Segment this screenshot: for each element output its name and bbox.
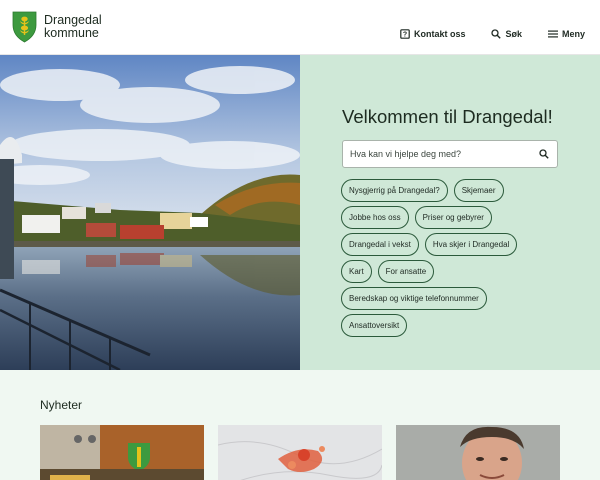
quicklink-vekst[interactable]: Drangedal i vekst [341,233,419,256]
quicklink-kart[interactable]: Kart [341,260,372,283]
contact-icon: ? [400,29,410,39]
svg-text:?: ? [403,32,407,39]
news-image-council-room [40,425,204,480]
welcome-panel: Velkommen til Drangedal! Nysgjerrig på D… [300,55,600,370]
search-label: Søk [505,29,522,39]
search-form [342,140,558,168]
quicklinks: Nysgjerrig på Drangedal? Skjemaer Jobbe … [341,179,553,341]
quicklink-hva-skjer[interactable]: Hva skjer i Drangedal [424,233,518,256]
news-card-2[interactable] [218,425,382,480]
news-image-map [218,425,382,480]
search-icon [491,29,502,39]
search-link[interactable]: Søk [491,29,522,39]
news-heading: Nyheter [40,398,83,412]
site-header: Drangedal kommune ? Kontakt oss Søk Meny [0,0,600,55]
coat-of-arms-icon [12,11,37,43]
news-section: Nyheter [0,370,600,480]
quicklink-beredskap[interactable]: Beredskap og viktige telefonnummer [341,287,487,310]
contact-link[interactable]: ? Kontakt oss [400,29,466,39]
quicklink-jobbe[interactable]: Jobbe hos oss [341,206,409,229]
menu-label: Meny [561,29,585,39]
page-title: Velkommen til Drangedal! [342,106,553,127]
quicklink-skjemaer[interactable]: Skjemaer [453,179,504,202]
home-logo-link[interactable]: Drangedal kommune [12,11,102,43]
logo-subtitle: kommune [44,26,99,40]
contact-label: Kontakt oss [413,29,466,39]
menu-button[interactable]: Meny [547,29,585,39]
news-card-1[interactable] [40,425,204,480]
hero-photo-lake [0,55,300,370]
quicklink-priser[interactable]: Priser og gebyrer [414,206,492,229]
search-input[interactable] [343,141,531,167]
menu-icon [547,30,558,38]
news-image-portrait [396,425,560,480]
search-submit-button[interactable] [531,141,557,167]
quicklink-ansattoversikt[interactable]: Ansattoversikt [341,314,408,337]
quicklink-ansatte[interactable]: For ansatte [377,260,435,283]
news-card-3[interactable] [396,425,560,480]
header-nav: ? Kontakt oss Søk Meny [374,29,585,39]
search-icon [539,149,549,159]
quicklink-nysgjerrig[interactable]: Nysgjerrig på Drangedal? [341,179,448,202]
